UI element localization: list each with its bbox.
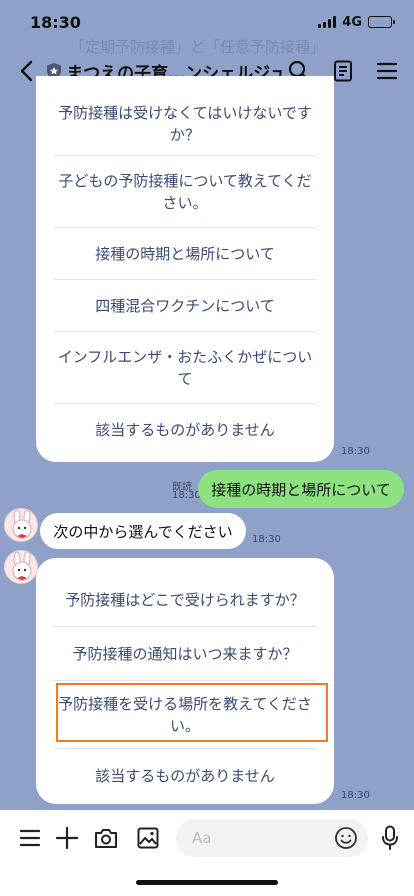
rabbit-avatar-icon: [12, 509, 32, 539]
plus-icon: [56, 827, 78, 849]
option-item[interactable]: インフルエンザ・おたふくかぜについて: [54, 332, 316, 404]
camera-icon: [95, 829, 117, 848]
option-item[interactable]: 子どもの予防接種について教えてください。: [54, 156, 316, 228]
message-time: 18:30: [341, 790, 370, 801]
sent-message-bubble: 接種の時期と場所について: [198, 470, 404, 508]
home-indicator: [136, 880, 278, 885]
option-item[interactable]: 該当するものがありません: [54, 404, 316, 456]
received-message-bubble: 次の中から選んでください: [40, 513, 246, 549]
option-item[interactable]: 予防接種の通知はいつ来ますか？: [54, 627, 316, 681]
option-item[interactable]: 該当するものがありません: [54, 749, 316, 803]
message-time: 18:30: [341, 446, 370, 457]
signal-icon: [318, 16, 337, 28]
microphone-icon: [382, 825, 398, 850]
image-icon: [137, 827, 159, 849]
option-card-1: 予防接種は受けなくてはいけないですか？ 子どもの予防接種について教えてください。…: [36, 76, 334, 462]
message-input-bar: [0, 810, 414, 896]
emoji-button[interactable]: [334, 826, 360, 852]
option-item[interactable]: 四種混合ワクチンについて: [54, 280, 316, 332]
microphone-button[interactable]: [376, 824, 404, 852]
menu-toggle-button[interactable]: [16, 824, 44, 852]
hamburger-icon: [377, 62, 397, 80]
message-time: 18:30: [252, 534, 281, 545]
network-label: 4G: [342, 14, 362, 30]
option-item[interactable]: 接種の時期と場所について: [54, 228, 316, 280]
message-time: 18:30: [172, 490, 201, 501]
option-item[interactable]: 予防接種はどこで受けられますか？: [54, 574, 316, 627]
status-indicators: 4G: [318, 14, 395, 30]
bot-avatar[interactable]: [4, 550, 38, 584]
camera-button[interactable]: [92, 824, 120, 852]
battery-icon: [368, 16, 395, 28]
option-item[interactable]: 予防接種は受けなくてはいけないですか？: [54, 92, 316, 156]
chevron-left-icon: [20, 60, 33, 82]
notes-icon: [334, 60, 352, 82]
smiley-icon: [335, 827, 357, 849]
menu-button[interactable]: [374, 58, 400, 84]
add-button[interactable]: [53, 824, 81, 852]
bot-avatar[interactable]: [4, 508, 38, 542]
rabbit-avatar-icon: [12, 551, 32, 581]
option-item-highlighted[interactable]: 予防接種を受ける場所を教えてください。: [54, 681, 316, 749]
hamburger-icon: [20, 829, 40, 847]
option-card-2: 予防接種はどこで受けられますか？ 予防接種の通知はいつ来ますか？ 予防接種を受け…: [36, 558, 334, 804]
status-time: 18:30: [30, 12, 81, 32]
image-button[interactable]: [134, 824, 162, 852]
back-button[interactable]: [14, 56, 38, 86]
